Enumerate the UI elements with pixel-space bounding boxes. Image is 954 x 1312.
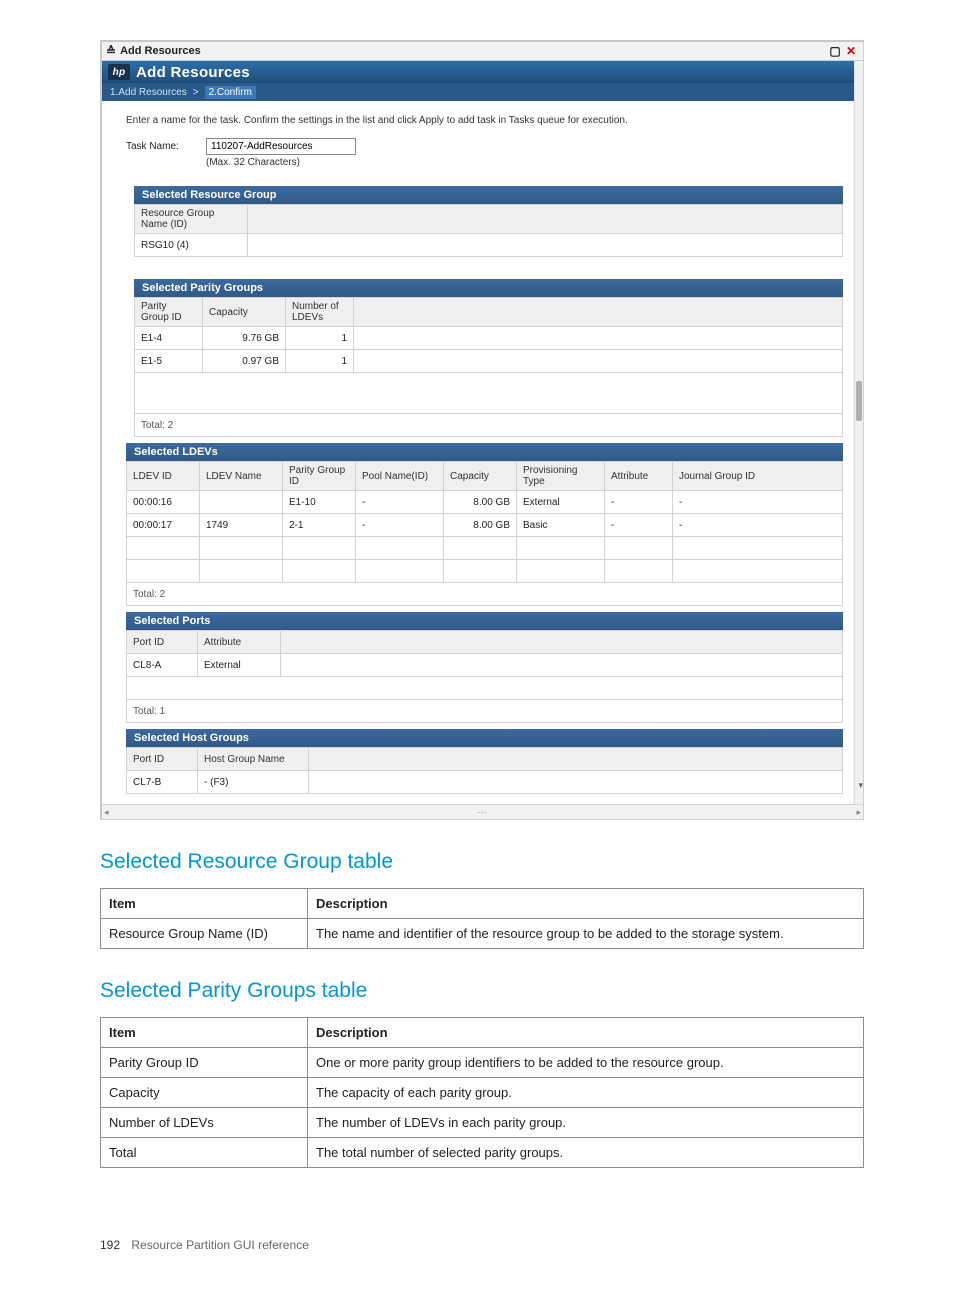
table-row: CapacityThe capacity of each parity grou… xyxy=(101,1078,864,1108)
scroll-down-icon[interactable]: ▾ xyxy=(858,781,863,790)
horizontal-scrollbar[interactable]: ◂ ⋯ ▸ xyxy=(102,804,863,819)
maximize-icon[interactable]: ▢ xyxy=(827,44,843,58)
ldevs-total: Total: 2 xyxy=(127,583,843,606)
breadcrumb: 1.Add Resources > 2.Confirm xyxy=(102,83,863,101)
task-name-label: Task Name: xyxy=(126,141,206,152)
table-header: Resource Group Name (ID) xyxy=(135,205,248,234)
scrollbar-thumb[interactable] xyxy=(856,381,862,421)
ports-table: Port ID Attribute CL8-A External Total: … xyxy=(126,630,843,723)
window-titlebar: ≙ Add Resources ▢ ✕ xyxy=(102,42,863,61)
table-row: TotalThe total number of selected parity… xyxy=(101,1138,864,1168)
page-number: 192 xyxy=(100,1238,120,1252)
collapse-icon[interactable]: ≙ xyxy=(106,44,116,58)
banner: hp Add Resources xyxy=(102,61,863,83)
parity-groups-table: Parity Group ID Capacity Number of LDEVs… xyxy=(134,297,843,437)
breadcrumb-step1[interactable]: 1.Add Resources xyxy=(110,87,187,98)
footer-section-title: Resource Partition GUI reference xyxy=(131,1238,308,1252)
doc-table-parity-groups: Item Description Parity Group IDOne or m… xyxy=(100,1017,864,1168)
table-row: E1-5 0.97 GB 1 xyxy=(135,350,843,373)
ports-section-header: Selected Ports xyxy=(126,612,843,630)
scroll-right-icon[interactable]: ▸ xyxy=(856,807,861,818)
doc-table-resource-group: Item Description Resource Group Name (ID… xyxy=(100,888,864,949)
close-icon[interactable]: ✕ xyxy=(843,44,859,58)
resource-group-table: Resource Group Name (ID) RSG10 (4) xyxy=(134,204,843,257)
table-row: Resource Group Name (ID) The name and id… xyxy=(101,919,864,949)
host-groups-table: Port ID Host Group Name CL7-B - (F3) xyxy=(126,747,843,794)
instruction-text: Enter a name for the task. Confirm the s… xyxy=(126,115,843,126)
banner-title: Add Resources xyxy=(136,64,250,81)
table-row: CL7-B - (F3) xyxy=(127,771,843,794)
heading-parity-groups-table: Selected Parity Groups table xyxy=(100,979,864,1003)
table-row: Number of LDEVsThe number of LDEVs in ea… xyxy=(101,1108,864,1138)
table-row: 00:00:17 1749 2-1 - 8.00 GB Basic - - xyxy=(127,514,843,537)
heading-resource-group-table: Selected Resource Group table xyxy=(100,850,864,874)
hp-logo-icon: hp xyxy=(108,64,130,80)
vertical-scrollbar[interactable] xyxy=(854,61,863,804)
page-footer: 192 Resource Partition GUI reference xyxy=(100,1238,864,1252)
ports-total: Total: 1 xyxy=(127,700,843,723)
parity-groups-section-header: Selected Parity Groups xyxy=(134,279,843,297)
task-name-hint: (Max. 32 Characters) xyxy=(206,157,843,168)
resource-group-section-header: Selected Resource Group xyxy=(134,186,843,204)
ldevs-section-header: Selected LDEVs xyxy=(126,443,843,461)
add-resources-window: ≙ Add Resources ▢ ✕ hp Add Resources 1.A… xyxy=(100,40,864,820)
host-groups-section-header: Selected Host Groups xyxy=(126,729,843,747)
table-row: CL8-A External xyxy=(127,654,843,677)
table-row: E1-4 9.76 GB 1 xyxy=(135,327,843,350)
ldevs-table: LDEV ID LDEV Name Parity Group ID Pool N… xyxy=(126,461,843,606)
window-title: Add Resources xyxy=(120,45,201,57)
task-name-input[interactable] xyxy=(206,138,356,155)
breadcrumb-step2[interactable]: 2.Confirm xyxy=(205,86,256,99)
table-row: RSG10 (4) xyxy=(135,234,843,257)
table-row: Parity Group IDOne or more parity group … xyxy=(101,1048,864,1078)
table-row: 00:00:16 E1-10 - 8.00 GB External - - xyxy=(127,491,843,514)
parity-total: Total: 2 xyxy=(135,414,843,437)
